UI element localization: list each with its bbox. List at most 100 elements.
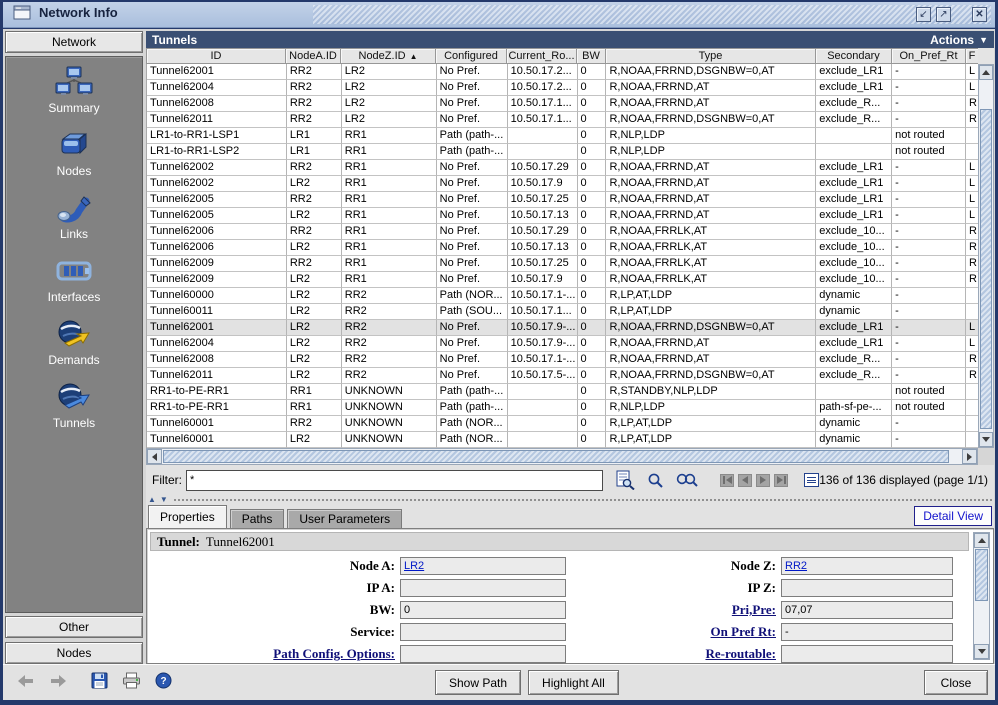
column-header[interactable]: Current_Ro... [507,48,577,64]
property-label[interactable]: Node Z: [571,558,781,574]
close-window-icon[interactable]: ✕ [972,7,987,22]
highlight-all-button[interactable]: Highlight All [528,670,619,695]
filter-input[interactable] [186,470,603,491]
panel-splitter[interactable]: ▲ ▼ [146,495,994,504]
window-titlebar[interactable]: Network Info ↙ ↗ ✕ [3,2,995,28]
table-row[interactable]: Tunnel62002LR2RR1No Pref.10.50.17.90R,NO… [147,176,978,192]
property-field[interactable] [400,579,566,597]
next-page-icon[interactable] [756,474,770,487]
table-row[interactable]: Tunnel60011LR2RR2Path (SOU...10.50.17.1.… [147,304,978,320]
table-row[interactable]: Tunnel62006LR2RR1No Pref.10.50.17.130R,N… [147,240,978,256]
table-row[interactable]: Tunnel62002RR2RR1No Pref.10.50.17.290R,N… [147,160,978,176]
column-header[interactable]: NodeZ.ID▲ [341,48,436,64]
column-header[interactable]: ID [146,48,286,64]
column-header[interactable]: NodeA.ID [286,48,341,64]
scroll-up-icon[interactable] [979,65,993,80]
table-row[interactable]: Tunnel60000LR2RR2Path (NOR...10.50.17.1-… [147,288,978,304]
property-field[interactable] [781,579,953,597]
table-row[interactable]: Tunnel60001RR2UNKNOWNPath (NOR...0R,LP,A… [147,416,978,432]
scroll-down-icon[interactable] [979,432,993,447]
page-list-icon[interactable] [804,473,819,487]
table-horizontal-scrollbar[interactable] [146,448,978,465]
sidebar-item[interactable]: Summary [48,65,99,115]
sidebar-item[interactable]: Interfaces [48,254,101,304]
table-row[interactable]: Tunnel62011LR2RR2No Pref.10.50.17.5-...0… [147,368,978,384]
scroll-right-icon[interactable] [962,449,977,464]
table-row[interactable]: Tunnel62004RR2LR2No Pref.10.50.17.2...0R… [147,80,978,96]
splitter-collapse-up-icon[interactable]: ▲ [148,496,156,504]
column-header[interactable]: Type [606,48,816,64]
splitter-collapse-down-icon[interactable]: ▼ [160,496,168,504]
table-row[interactable]: Tunnel62005RR2RR1No Pref.10.50.17.250R,N… [147,192,978,208]
property-label[interactable]: IP Z: [571,580,781,596]
column-header[interactable]: On_Pref_Rt [892,48,966,64]
table-row[interactable]: Tunnel62011RR2LR2No Pref.10.50.17.1...0R… [147,112,978,128]
column-header[interactable]: Configured [436,48,507,64]
table-row[interactable]: RR1-to-PE-RR1RR1UNKNOWNPath (path-...0R,… [147,384,978,400]
scroll-left-icon[interactable] [147,449,162,464]
property-label[interactable]: Pri,Pre: [571,602,781,618]
table-row[interactable]: Tunnel62008LR2RR2No Pref.10.50.17.1-...0… [147,352,978,368]
properties-scrollbar-thumb[interactable] [975,549,988,601]
table-vertical-scrollbar[interactable] [978,64,994,448]
property-field[interactable] [400,645,566,663]
save-icon[interactable] [91,672,108,689]
column-header[interactable]: F [966,48,978,64]
property-label[interactable]: Service: [150,624,400,640]
tab[interactable]: Paths [230,509,285,528]
last-page-icon[interactable] [774,474,788,487]
scroll-down-icon[interactable] [974,644,989,659]
help-icon[interactable]: ? [155,672,172,689]
previous-page-icon[interactable] [738,474,752,487]
property-label[interactable]: IP A: [150,580,400,596]
table-row[interactable]: RR1-to-PE-RR1RR1UNKNOWNPath (path-...0R,… [147,400,978,416]
vertical-scrollbar-thumb[interactable] [980,109,992,429]
column-header[interactable]: Secondary [816,48,892,64]
table-row[interactable]: Tunnel62008RR2LR2No Pref.10.50.17.1...0R… [147,96,978,112]
print-icon[interactable] [122,672,141,689]
table-row[interactable]: Tunnel62001RR2LR2No Pref.10.50.17.2...0R… [147,64,978,80]
sidebar-item[interactable]: Tunnels [53,380,95,430]
property-field[interactable] [400,623,566,641]
table-row[interactable]: Tunnel62006RR2RR1No Pref.10.50.17.290R,N… [147,224,978,240]
filter-report-icon[interactable] [615,470,635,490]
tab[interactable]: User Parameters [287,509,402,528]
close-button[interactable]: Close [924,670,988,695]
property-label[interactable]: BW: [150,602,400,618]
detail-view-button[interactable]: Detail View [914,506,992,526]
show-path-button[interactable]: Show Path [435,670,521,695]
network-category-button[interactable]: Network [5,31,143,53]
table-row[interactable]: Tunnel60001LR2UNKNOWNPath (NOR...0R,LP,A… [147,432,978,448]
property-label[interactable]: Node A: [150,558,400,574]
other-category-button[interactable]: Other [5,616,143,638]
tab[interactable]: Properties [148,505,227,528]
sidebar-item[interactable]: Nodes [57,128,92,178]
nodes-category-button[interactable]: Nodes [5,642,143,664]
splitter-handle[interactable] [174,499,992,501]
table-row[interactable]: Tunnel62001LR2RR2No Pref.10.50.17.9-...0… [147,320,978,336]
table-row[interactable]: Tunnel62005LR2RR1No Pref.10.50.17.130R,N… [147,208,978,224]
restore-window-icon[interactable]: ↙ [916,7,931,22]
search-multiple-icon[interactable] [676,472,698,488]
search-icon[interactable] [647,472,664,489]
table-row[interactable]: Tunnel62009RR2RR1No Pref.10.50.17.250R,N… [147,256,978,272]
actions-menu-button[interactable]: Actions ▼ [930,33,988,47]
sidebar-item[interactable]: Links [56,191,92,241]
column-header[interactable]: BW [577,48,606,64]
scroll-up-icon[interactable] [974,533,989,548]
sidebar-item[interactable]: Demands [48,317,99,367]
property-label[interactable]: Path Config. Options: [150,646,400,662]
table-row[interactable]: LR1-to-RR1-LSP2LR1RR1Path (path-...0R,NL… [147,144,978,160]
property-label[interactable]: Re-routable: [571,646,781,662]
maximize-window-icon[interactable]: ↗ [936,7,951,22]
property-label[interactable]: On Pref Rt: [571,624,781,640]
first-page-icon[interactable] [720,474,734,487]
property-field[interactable]: 07,07 [781,601,953,619]
back-icon[interactable] [17,674,35,688]
properties-scrollbar[interactable] [973,532,990,660]
table-row[interactable]: Tunnel62004LR2RR2No Pref.10.50.17.9-...0… [147,336,978,352]
property-field[interactable]: LR2 [400,557,566,575]
property-field[interactable]: 0 [400,601,566,619]
table-row[interactable]: Tunnel62009LR2RR1No Pref.10.50.17.90R,NO… [147,272,978,288]
table-row[interactable]: LR1-to-RR1-LSP1LR1RR1Path (path-...0R,NL… [147,128,978,144]
